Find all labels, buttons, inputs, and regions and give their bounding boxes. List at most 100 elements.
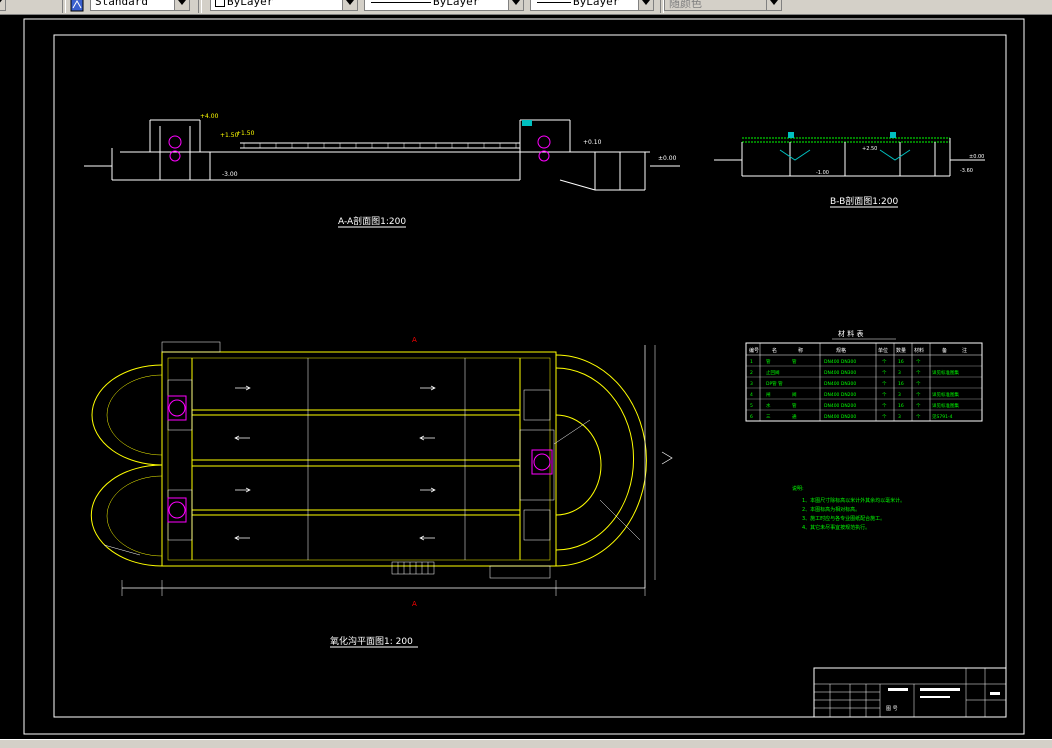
table-cell: 4	[750, 392, 753, 398]
table-cell: 2	[750, 370, 753, 376]
sheet-inner-border	[53, 34, 1007, 718]
table-cell: 个	[916, 370, 921, 376]
table-cell: 三	[766, 414, 771, 420]
table-cell: 16	[898, 359, 904, 365]
drawing-canvas[interactable]: +4.00 +1.50 +1.50 -3.00 +0.10 ±0.00 A-A剖…	[0, 15, 1052, 739]
table-header: 材料	[914, 347, 924, 354]
table-cell: DN400 DN300	[824, 370, 856, 376]
section-bb-title: B-B剖面图1:200	[830, 195, 898, 207]
elevation-label: ±0.00	[658, 155, 677, 162]
table-header: 称	[798, 347, 803, 354]
materials-table: 材 料 表 编号 名 称 规格 单位 数量 材料 备 注 1 管 管 DN400…	[745, 329, 983, 422]
table-cell: DN400 DN300	[824, 381, 856, 387]
title-block-label: 图 号	[886, 706, 898, 712]
table-cell: 5	[750, 403, 753, 409]
sheet-outer-border	[23, 18, 1025, 735]
table-cell: 3	[750, 381, 753, 387]
table-cell: DN400 DN200	[824, 403, 856, 409]
section-marker-b	[661, 451, 673, 465]
section-aa-title: A-A剖面图1:200	[338, 215, 406, 227]
note-item: 2、本图标高为相对标高。	[802, 506, 860, 513]
table-cell: 个	[882, 359, 887, 365]
chevron-down-icon[interactable]	[174, 0, 189, 10]
table-cell: 3	[898, 370, 901, 376]
table-cell: 3	[898, 414, 901, 420]
chevron-down-icon[interactable]	[0, 0, 5, 10]
table-cell: 个	[916, 392, 921, 398]
linetype-select[interactable]: ByLayer	[364, 0, 524, 11]
notes-title: 说明:	[792, 485, 804, 492]
table-cell: 见S791-4	[932, 414, 953, 420]
table-cell: 个	[916, 381, 921, 387]
table-cell: 闸	[766, 391, 771, 398]
table-cell: 水	[766, 402, 771, 409]
linetype-preview	[371, 2, 431, 3]
section-aa	[84, 119, 680, 191]
table-cell: 16	[898, 381, 904, 387]
note-item: 4、其它未尽事宜按规范执行。	[802, 524, 870, 531]
title-block	[813, 667, 1007, 718]
table-cell: DN400 DN200	[824, 414, 856, 420]
chevron-down-icon[interactable]	[638, 0, 653, 10]
chevron-down-icon[interactable]	[508, 0, 523, 10]
table-cell: 止回阀	[766, 369, 780, 376]
table-header: 备	[942, 347, 947, 354]
design-notes: 说明: 1、本图尺寸除标高以米计外其余均以毫米计。 2、本图标高为相对标高。 3…	[792, 485, 905, 531]
chevron-down-icon[interactable]	[766, 0, 781, 10]
table-cell: 个	[916, 403, 921, 409]
elevation-label: +4.00	[200, 113, 219, 120]
lineweight-select[interactable]: ByLayer	[530, 0, 654, 11]
elevation-label: -1.00	[816, 170, 829, 176]
prev-combo[interactable]	[0, 0, 6, 11]
toolbar-separator	[198, 0, 202, 13]
note-item: 1、本图尺寸除标高以米计外其余均以毫米计。	[802, 497, 905, 504]
table-cell: 1	[750, 359, 753, 365]
table-cell: DN400 DN300	[824, 359, 856, 365]
oxidation-ditch-plan	[90, 341, 656, 596]
elevation-label: +1.50	[236, 130, 255, 137]
table-header: 数量	[896, 347, 906, 354]
section-marker-a: A	[412, 600, 417, 608]
table-cell: 个	[916, 359, 921, 365]
table-cell: 6	[750, 414, 753, 420]
layer-color-select[interactable]: ByLayer	[210, 0, 358, 11]
table-cell: 个	[882, 370, 887, 376]
toolbar-separator	[62, 0, 66, 13]
text-style-value: Standard	[95, 0, 148, 8]
aerator-aa	[168, 120, 551, 162]
table-header: 名	[772, 347, 777, 354]
chevron-down-icon[interactable]	[342, 0, 357, 10]
table-cell: 详见标准图集	[932, 402, 959, 409]
table-header: 规格	[836, 347, 846, 354]
elevation-labels-aa: +4.00 +1.50 +1.50 -3.00 +0.10 ±0.00	[200, 113, 677, 178]
table-header: 单位	[878, 347, 888, 354]
table-cell: 16	[898, 403, 904, 409]
table-cell: 详见标准图集	[932, 391, 959, 398]
table-cell: 管	[766, 358, 771, 365]
plan-title: 氧化沟平面图1: 200	[330, 635, 413, 647]
table-cell: DP管 管	[766, 380, 783, 387]
table-cell: 个	[882, 403, 887, 409]
elevation-label: ±0.00	[969, 154, 984, 160]
elevation-label: +2.50	[862, 146, 877, 152]
elevation-label: -3.60	[960, 168, 973, 174]
lineweight-value: ByLayer	[573, 0, 620, 8]
plot-style-select[interactable]: 随颜色	[664, 0, 782, 11]
table-title: 材 料 表	[838, 329, 863, 338]
linetype-value: ByLayer	[433, 0, 480, 8]
plot-style-value: 随颜色	[669, 0, 702, 10]
cad-drawing: +4.00 +1.50 +1.50 -3.00 +0.10 ±0.00 A-A剖…	[23, 18, 1025, 735]
table-cell: 管	[792, 358, 797, 365]
table-cell: 3	[898, 392, 901, 398]
lineweight-preview	[537, 2, 571, 3]
table-cell: 个	[916, 414, 921, 420]
text-style-icon[interactable]	[70, 0, 84, 12]
section-bb	[714, 132, 985, 177]
table-cell: 详见标准图集	[932, 369, 959, 376]
text-style-select[interactable]: Standard	[90, 0, 190, 11]
table-cell: 阀	[792, 391, 797, 398]
layer-color-value: ByLayer	[227, 0, 274, 8]
table-cell: DN400 DN200	[824, 392, 856, 398]
table-cell: 个	[882, 392, 887, 398]
table-cell: 个	[882, 414, 887, 420]
